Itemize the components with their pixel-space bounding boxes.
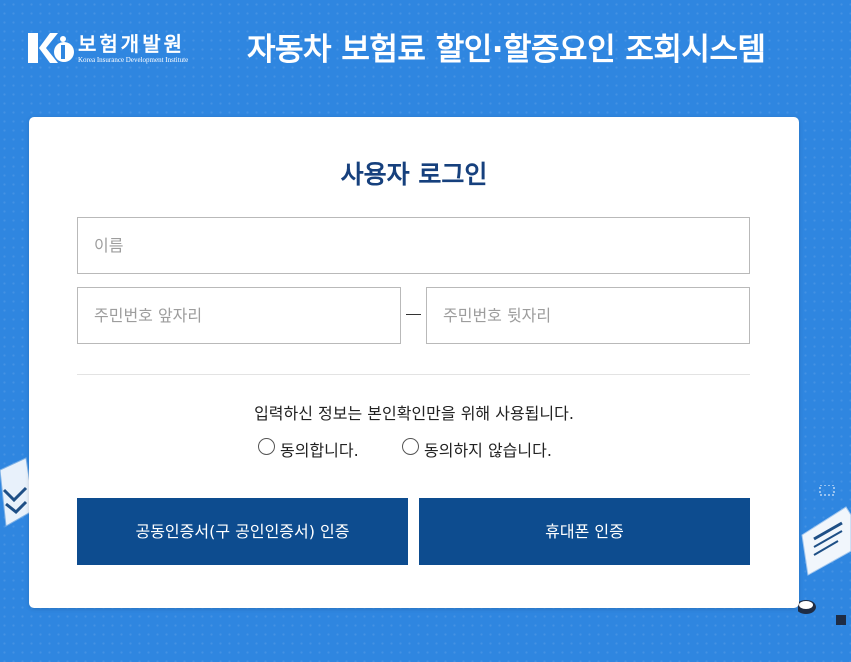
rrn-separator — [406, 314, 421, 315]
logo-subtitle: Korea Insurance Development Institute — [78, 56, 189, 64]
consent-agree-label: 동의합니다. — [280, 441, 359, 460]
privacy-notice: 입력하신 정보는 본인확인만을 위해 사용됩니다. — [254, 404, 574, 423]
document-illustration-right — [798, 485, 851, 625]
radio-circle-icon[interactable] — [402, 438, 419, 455]
kidi-logo-icon — [28, 33, 74, 63]
kidi-logo[interactable]: 보험개발원 Korea Insurance Development Instit… — [28, 28, 228, 72]
header: 보험개발원 Korea Insurance Development Instit… — [28, 22, 828, 72]
consent-agree-radio[interactable]: 동의합니다. — [258, 436, 378, 460]
site-title: 자동차 보험료 할인·할증요인 조회시스템 — [247, 32, 766, 68]
rrn-back-input[interactable] — [426, 287, 750, 344]
consent-disagree-radio[interactable]: 동의하지 않습니다. — [402, 436, 582, 460]
consent-disagree-label: 동의하지 않습니다. — [424, 441, 552, 460]
radio-circle-icon[interactable] — [258, 438, 275, 455]
divider — [77, 374, 750, 375]
logo-text: 보험개발원 — [78, 32, 185, 56]
certificate-auth-button[interactable]: 공동인증서(구 공인인증서) 인증 — [77, 498, 408, 565]
rrn-front-input[interactable] — [77, 287, 401, 344]
name-input[interactable] — [77, 217, 750, 274]
login-title: 사용자 로그인 — [340, 160, 488, 189]
phone-auth-button[interactable]: 휴대폰 인증 — [419, 498, 750, 565]
login-card: 사용자 로그인 입력하신 정보는 본인확인만을 위해 사용됩니다. 동의합니다.… — [29, 117, 799, 608]
